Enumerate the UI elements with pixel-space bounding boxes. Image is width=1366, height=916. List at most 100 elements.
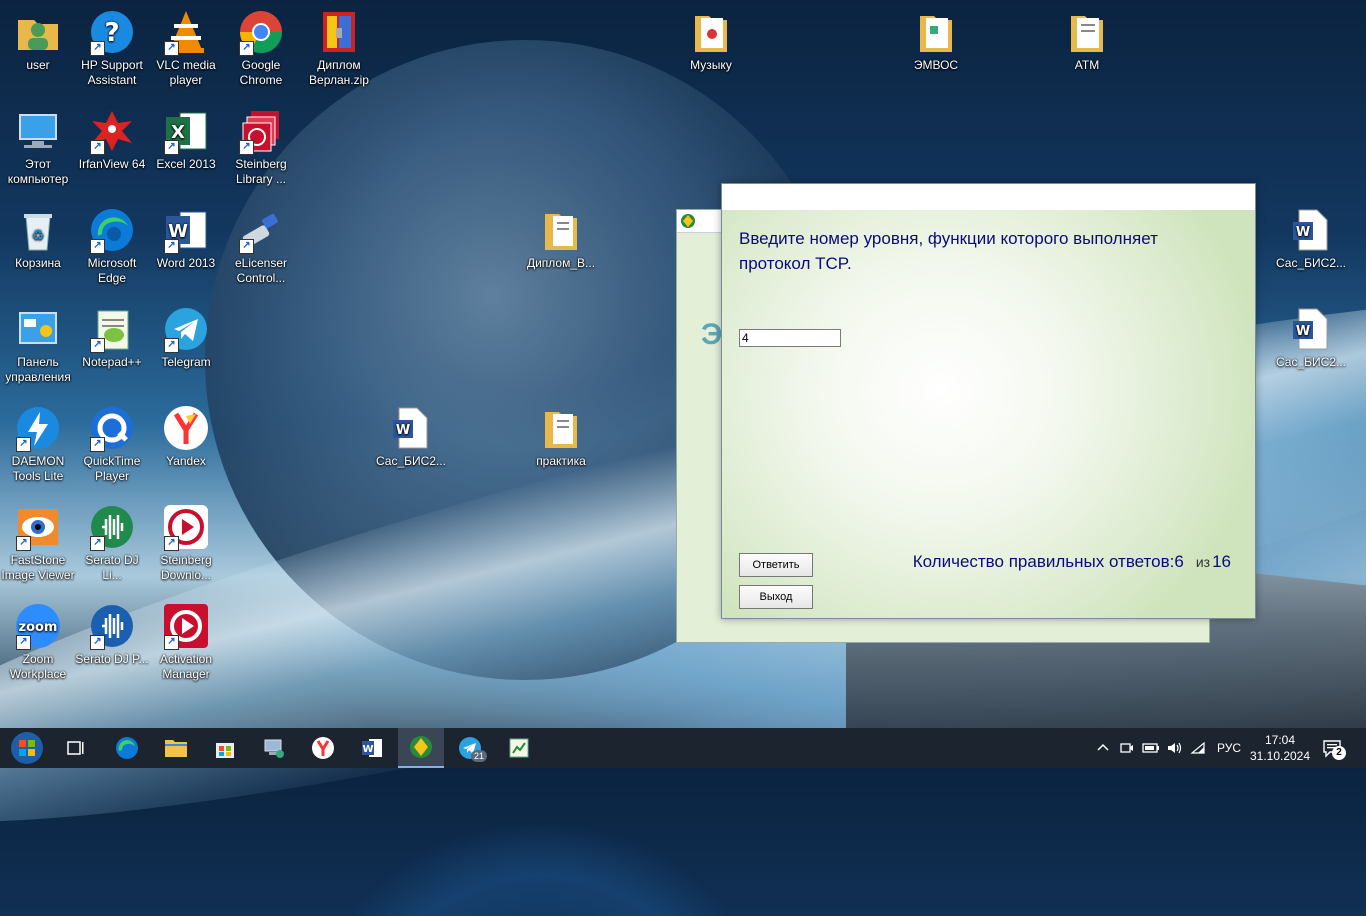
windows-start-icon <box>11 732 43 764</box>
desktop-icon-telegram[interactable]: ↗ Telegram <box>148 305 224 370</box>
desktop-icon-label: HP Support Assistant <box>81 58 143 87</box>
desktop-icon-diplom-folder[interactable]: Диплом_В... <box>523 206 599 271</box>
desktop-icon-edge[interactable]: ↗ Microsoft Edge <box>74 206 150 286</box>
shortcut-arrow-icon: ↗ <box>16 536 31 551</box>
desktop-icon-muzyku[interactable]: Музыку <box>673 8 749 73</box>
desktop-icon-sas-bis-2[interactable]: W Сас_БИС2... <box>1273 305 1349 370</box>
word-taskbar[interactable]: W <box>349 728 395 768</box>
shortcut-arrow-icon: ↗ <box>90 140 105 155</box>
desktop-icon-label: Serato DJ Li... <box>85 553 139 582</box>
system-clock[interactable]: 17:04 31.10.2024 <box>1248 732 1312 764</box>
edge-taskbar[interactable] <box>104 728 150 768</box>
desktop-icon-label: Диплом_В... <box>526 256 596 270</box>
desktop-icon-control-panel[interactable]: Панель управления <box>0 305 76 385</box>
score-of: из <box>1195 554 1211 570</box>
task-view-button[interactable] <box>52 728 98 768</box>
desktop-icon-excel[interactable]: X ↗ Excel 2013 <box>148 107 224 172</box>
desktop-icon-irfanview[interactable]: ↗ IrfanView 64 <box>74 107 150 172</box>
desktop-icon-elicenser[interactable]: ↗ eLicenser Control... <box>223 206 299 286</box>
desktop-icon-label: Google Chrome <box>239 58 283 87</box>
desktop-icon-sas-bis-1[interactable]: W Сас_БИС2... <box>1273 206 1349 271</box>
desktop-icon-this-pc[interactable]: Этот компьютер <box>0 107 76 187</box>
network-tray[interactable] <box>1188 728 1210 768</box>
desktop-icon-recycle-bin[interactable]: ♻ Корзина <box>0 206 76 271</box>
score-total: 16 <box>1212 552 1231 571</box>
desktop-icon-label: Yandex <box>166 454 206 468</box>
volume-tray[interactable] <box>1164 728 1186 768</box>
exit-button[interactable]: Выход <box>739 585 813 609</box>
desktop-icon-label: VLC media player <box>156 58 216 87</box>
input-language-indicator[interactable]: РУС <box>1212 728 1246 768</box>
dialog-titlebar[interactable] <box>722 184 1255 211</box>
desktop-icon-notepad-plus[interactable]: ↗ Notepad++ <box>74 305 150 370</box>
battery-icon <box>1142 743 1159 753</box>
desktop-icon-label: Steinberg Library ... <box>235 157 287 186</box>
desktop-icon-vlc[interactable]: ↗ VLC media player <box>148 8 224 88</box>
editor-taskbar[interactable] <box>496 728 542 768</box>
yandex-icon <box>312 737 334 759</box>
camera-icon <box>1120 743 1133 753</box>
shortcut-arrow-icon: ↗ <box>239 41 254 56</box>
desktop-icon-hp-support[interactable]: ? ↗ HP Support Assistant <box>74 8 150 88</box>
desktop-icon-chrome[interactable]: ↗ Google Chrome <box>223 8 299 88</box>
question-text: Введите номер уровня, функции которого в… <box>739 229 1158 273</box>
desktop-icon-label: eLicenser Control... <box>234 256 288 285</box>
desktop-icon-serato-pro[interactable]: ↗ Serato DJ P... <box>74 602 150 667</box>
answer-button[interactable]: Ответить <box>739 553 813 577</box>
desktop-icon-label: Корзина <box>15 256 61 270</box>
desktop-icon-label: FastStone Image Viewer <box>1 553 75 582</box>
desktop-icon-label: Telegram <box>161 355 211 369</box>
svg-text:W: W <box>1296 225 1310 240</box>
folder-icon <box>165 740 187 757</box>
desktop-icon-label: Steinberg Downlo... <box>160 553 212 582</box>
desktop-icon-steinberg-download[interactable]: ↗ Steinberg Downlo... <box>148 503 224 583</box>
desktop-icon-sas-bis-3[interactable]: W Сас_БИС2... <box>373 404 449 469</box>
store-taskbar[interactable] <box>202 728 248 768</box>
desktop-icon-praktika[interactable]: практика <box>523 404 599 469</box>
shortcut-arrow-icon: ↗ <box>90 41 105 56</box>
desktop-icon-serato-lite[interactable]: ↗ Serato DJ Li... <box>74 503 150 583</box>
yandex-taskbar[interactable] <box>300 728 346 768</box>
desktop-icon-atm[interactable]: АТМ <box>1049 8 1125 73</box>
shortcut-arrow-icon: ↗ <box>164 140 179 155</box>
tester-app-icon <box>410 736 432 758</box>
notification-count-badge: 2 <box>1332 746 1346 760</box>
battery-tray[interactable] <box>1140 728 1162 768</box>
desktop-icon-label: Microsoft Edge <box>87 256 137 285</box>
svg-text:zoom: zoom <box>19 620 58 635</box>
desktop-icon-label: QuickTime Player <box>83 454 141 483</box>
desktop-icon-label: Zoom Workplace <box>9 652 67 681</box>
desktop-icon-label: Notepad++ <box>82 355 142 369</box>
desktop-icon-word[interactable]: W ↗ Word 2013 <box>148 206 224 271</box>
desktop-icon-label: Serato DJ P... <box>75 652 149 666</box>
task-view-icon <box>67 741 84 755</box>
desktop-icon-diplom-zip[interactable]: Диплом Верлан.zip <box>301 8 377 88</box>
meet-now-tray[interactable] <box>1116 728 1138 768</box>
answer-input[interactable] <box>739 329 841 347</box>
shortcut-arrow-icon: ↗ <box>16 437 31 452</box>
shortcut-arrow-icon: ↗ <box>164 41 179 56</box>
desktop-icon-user[interactable]: user <box>0 8 76 73</box>
desktop-icon-activation-manager[interactable]: ↗ Activation Manager <box>148 602 224 682</box>
desktop-icon-daemon-tools[interactable]: ↗ DAEMON Tools Lite <box>0 404 76 484</box>
start-button[interactable] <box>4 728 50 768</box>
show-hidden-icons-button[interactable] <box>1092 728 1114 768</box>
telegram-taskbar[interactable]: 21 <box>447 728 493 768</box>
desktop-icon-yandex[interactable]: Yandex <box>148 404 224 469</box>
desktop-icon-emvos[interactable]: ЭМВОС <box>898 8 974 73</box>
background-window-text: Э <box>701 318 723 351</box>
desktop-icon-steinberg-library[interactable]: ↗ Steinberg Library ... <box>223 107 299 187</box>
desktop-icon-label: практика <box>536 454 586 468</box>
network-app-taskbar[interactable] <box>251 728 297 768</box>
store-icon <box>216 743 234 758</box>
clock-date: 31.10.2024 <box>1249 749 1311 763</box>
wifi-icon <box>1190 741 1205 754</box>
test-dialog[interactable]: Введите номер уровня, функции которого в… <box>721 183 1256 619</box>
desktop-icon-label: Сас_БИС2... <box>376 454 446 468</box>
desktop-icon-zoom[interactable]: zoom ↗ Zoom Workplace <box>0 602 76 682</box>
explorer-taskbar[interactable] <box>153 728 199 768</box>
tester-app-taskbar[interactable] <box>398 728 444 768</box>
desktop-icon-quicktime[interactable]: ↗ QuickTime Player <box>74 404 150 484</box>
desktop-icon-faststone[interactable]: ↗ FastStone Image Viewer <box>0 503 76 583</box>
notification-center-button[interactable]: 2 <box>1322 738 1346 760</box>
